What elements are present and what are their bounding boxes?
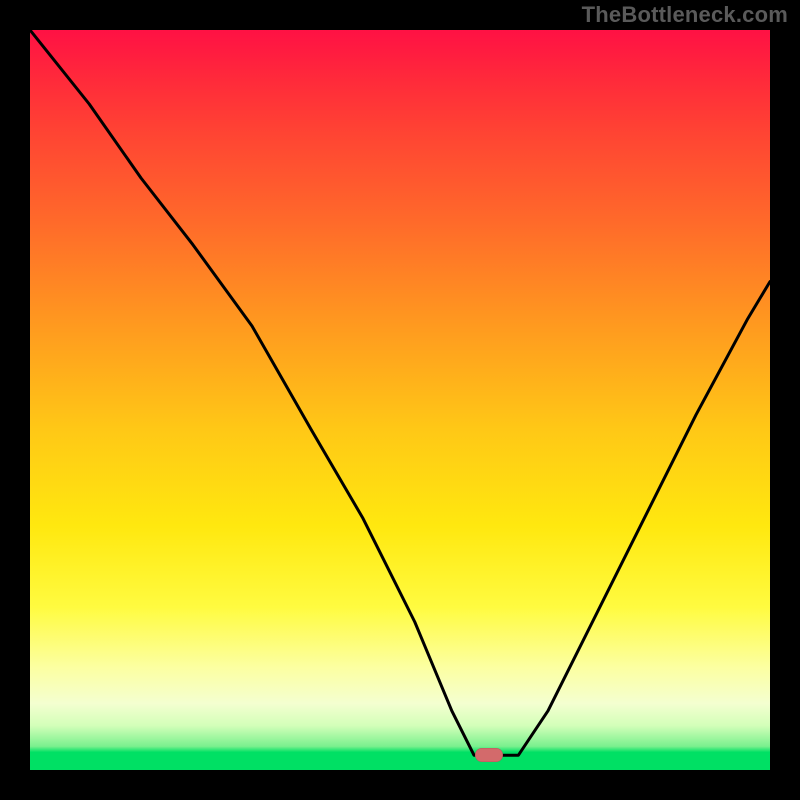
- plot-area: [30, 30, 770, 770]
- bottleneck-curve: [30, 30, 770, 755]
- curve-layer: [30, 30, 770, 770]
- chart-frame: TheBottleneck.com: [0, 0, 800, 800]
- watermark-text: TheBottleneck.com: [582, 2, 788, 28]
- optimal-marker: [475, 748, 503, 762]
